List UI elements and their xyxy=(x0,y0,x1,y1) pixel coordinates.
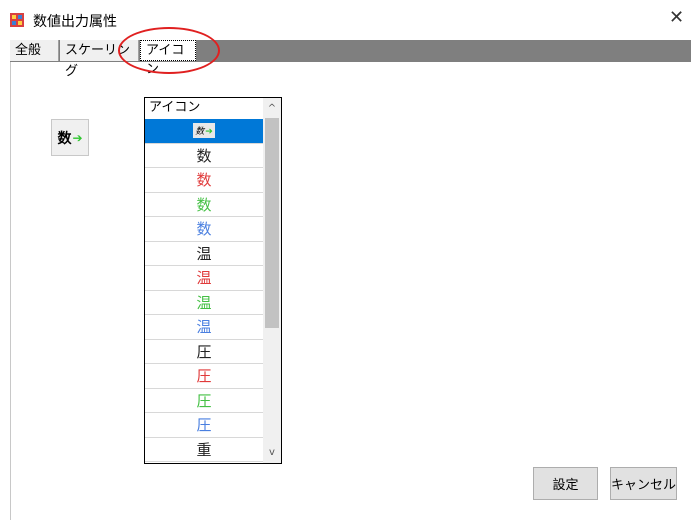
tab-strip: 全般 スケーリング アイコン xyxy=(10,40,691,79)
list-item[interactable]: 数 xyxy=(145,144,263,168)
list-item-char: 数 xyxy=(196,171,212,190)
list-item-char: 重 xyxy=(196,440,212,459)
list-item-char: 圧 xyxy=(196,367,212,386)
list-item[interactable]: 圧 xyxy=(145,340,263,364)
window-title: 数値出力属性 xyxy=(33,14,117,30)
list-item[interactable]: 数 xyxy=(145,217,263,242)
selected-char: 数 xyxy=(195,127,205,138)
list-item-char: 温 xyxy=(196,293,212,312)
list-item-char: 圧 xyxy=(196,342,212,361)
cancel-button[interactable]: キャンセル xyxy=(610,467,677,500)
tab-icon[interactable]: アイコン xyxy=(140,40,196,77)
list-item[interactable]: 数 xyxy=(145,168,263,193)
list-item[interactable]: 圧 xyxy=(145,389,263,413)
list-item-char: 温 xyxy=(196,318,212,337)
icon-listbox[interactable]: アイコン 数➔ 数数数数温温温温圧圧圧圧重 ^ v xyxy=(144,97,282,464)
list-rows: 数➔ 数数数数温温温温圧圧圧圧重 xyxy=(145,119,263,462)
list-item[interactable]: 数 xyxy=(145,193,263,217)
selected-icon-glyph: 数➔ xyxy=(193,123,215,139)
dialog-window: 数値出力属性 ✕ 全般 スケーリング アイコン 数 ➔ アイコン 数➔ 数数数数… xyxy=(0,0,691,520)
list-item-char: 数 xyxy=(196,195,212,214)
app-icon xyxy=(10,13,24,27)
list-item[interactable]: 圧 xyxy=(145,364,263,389)
list-item-char: 圧 xyxy=(196,416,212,435)
scroll-thumb[interactable] xyxy=(265,118,279,328)
list-item[interactable]: 重 xyxy=(145,438,263,462)
close-icon[interactable]: ✕ xyxy=(669,9,684,27)
right-arrow-icon: ➔ xyxy=(72,130,83,145)
list-item-char: 温 xyxy=(196,269,212,288)
tab-scaling[interactable]: スケーリング xyxy=(60,40,139,79)
vertical-scrollbar[interactable]: ^ v xyxy=(263,98,281,463)
icon-preview: 数 ➔ xyxy=(51,119,89,156)
list-item[interactable]: 温 xyxy=(145,242,263,266)
list-item-char: 温 xyxy=(196,244,212,263)
panel-left-border xyxy=(10,62,11,520)
list-item[interactable]: 温 xyxy=(145,291,263,315)
list-item[interactable]: 温 xyxy=(145,266,263,291)
set-button[interactable]: 設定 xyxy=(533,467,598,500)
list-header: アイコン xyxy=(149,100,201,115)
list-item[interactable]: 圧 xyxy=(145,413,263,438)
list-item-char: 圧 xyxy=(196,391,212,410)
preview-char: 数 xyxy=(57,130,72,147)
list-item-selected[interactable]: 数➔ xyxy=(145,119,263,144)
list-item[interactable]: 温 xyxy=(145,315,263,340)
right-arrow-icon: ➔ xyxy=(205,127,213,138)
list-item-char: 数 xyxy=(196,146,212,165)
scroll-up-icon[interactable]: ^ xyxy=(263,100,281,117)
tab-general[interactable]: 全般 xyxy=(10,40,59,61)
title-bar: 数値出力属性 ✕ xyxy=(0,0,691,38)
list-item-char: 数 xyxy=(196,220,212,239)
scroll-down-icon[interactable]: v xyxy=(263,444,281,461)
